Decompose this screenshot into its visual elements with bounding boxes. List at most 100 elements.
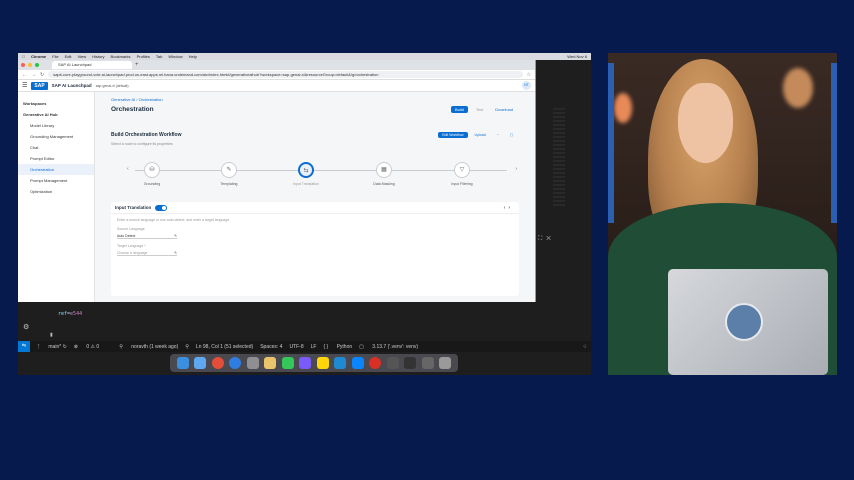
target-language-placeholder: Choose a language <box>117 250 148 255</box>
edit-workflow-button[interactable]: Edit Workflow <box>438 132 468 138</box>
forward-icon[interactable]: → <box>31 72 36 78</box>
scroll-right-icon[interactable]: › <box>515 166 517 172</box>
preview-icon[interactable] <box>386 357 399 369</box>
browser-tab[interactable]: SAP AI Launchpad <box>52 61 132 69</box>
menubar-clock: Wed Nov 6 <box>567 54 587 59</box>
sidebar-item-model-library[interactable]: Model Library <box>18 120 94 131</box>
sidebar: Workspaces Generative AI Hub Model Libra… <box>18 92 95 302</box>
reload-icon[interactable]: ↻ <box>40 72 44 78</box>
menubar-item[interactable]: Bookmarks <box>111 54 131 59</box>
workflow-actions: Edit Workflow Upload − ▢ <box>438 132 517 138</box>
test-button[interactable]: Test <box>472 106 487 113</box>
pencil-icon[interactable]: ✎ <box>174 234 177 238</box>
sidebar-item-optimization[interactable]: Optimization <box>18 186 94 197</box>
launchpad-icon[interactable] <box>194 357 207 369</box>
url-field[interactable]: sapit-core-playground-vole.ai-launchpad.… <box>48 71 523 78</box>
menubar-item[interactable]: Profiles <box>137 54 150 59</box>
enable-toggle[interactable] <box>155 204 168 211</box>
database-icon[interactable]: ⛁ <box>144 162 160 178</box>
node-label-data-masking: Data Masking <box>373 182 395 186</box>
settings-icon[interactable] <box>246 357 259 369</box>
pencil-icon[interactable]: ✎ <box>174 251 177 255</box>
chrome-canary-icon[interactable] <box>369 357 382 369</box>
zoom-window-icon[interactable] <box>35 63 39 67</box>
finder-icon[interactable] <box>176 357 189 369</box>
bell-icon[interactable]: ♢ <box>583 344 587 350</box>
downloads-icon[interactable] <box>421 357 434 369</box>
sidebar-item-label: Generative AI Hub <box>23 112 58 117</box>
terminal-icon[interactable] <box>404 357 417 369</box>
chrome-icon[interactable] <box>211 357 224 369</box>
apple-icon[interactable]:  <box>22 54 25 59</box>
scroll-left-icon[interactable]: ‹ <box>127 166 129 172</box>
tab-bar: SAP AI Launchpad + <box>18 60 535 70</box>
upload-button[interactable]: Upload <box>471 132 490 138</box>
menubar-item[interactable]: File <box>52 54 58 59</box>
filter-icon[interactable]: ▽ <box>454 162 470 178</box>
sidebar-item-grounding-management[interactable]: Grounding Management <box>18 131 94 142</box>
target-language-field[interactable]: Choose a language ✎ <box>117 250 177 256</box>
menu-icon[interactable]: ☰ <box>22 82 27 89</box>
breadcrumb[interactable]: Generative AI / Orchestration <box>111 97 163 102</box>
main-content: Generative AI / Orchestration Orchestrat… <box>95 92 535 302</box>
download-button[interactable]: Download <box>491 106 517 113</box>
encoding[interactable]: UTF-8 <box>289 344 303 350</box>
cursor-position[interactable]: Ln 98, Col 1 (51 selected) <box>196 344 253 350</box>
sidebar-item-prompt-management[interactable]: Prompt Management <box>18 175 94 186</box>
zoom-app-icon[interactable] <box>351 357 364 369</box>
user-avatar[interactable]: NT <box>522 81 531 90</box>
sidebar-item-generative-ai-hub[interactable]: Generative AI Hub <box>18 109 94 120</box>
language-mode[interactable]: { } Python <box>323 344 352 350</box>
menubar-item[interactable]: History <box>92 54 104 59</box>
minimize-window-icon[interactable] <box>28 63 32 67</box>
source-language-field[interactable]: Auto Detect ✎ <box>117 233 177 239</box>
sidebar-item-prompt-editor[interactable]: Prompt Editor <box>18 153 94 164</box>
back-icon[interactable]: ← <box>22 72 27 78</box>
target-language-label: Target Language * <box>117 244 146 248</box>
close-window-icon[interactable] <box>21 63 25 67</box>
panel-title: Input Translation <box>115 205 152 210</box>
mask-icon[interactable]: ▦ <box>376 162 392 178</box>
git-blame[interactable]: ⚲ noravth (1 week ago) <box>119 344 178 350</box>
menubar-item[interactable]: Tab <box>156 54 162 59</box>
menubar-app[interactable]: Chrome <box>31 54 46 59</box>
page-title: Orchestration <box>111 106 154 113</box>
sidebar-item-workspaces[interactable]: Workspaces <box>18 98 94 109</box>
line-ending[interactable]: LF <box>311 344 317 350</box>
build-button[interactable]: Build <box>450 106 468 113</box>
slack-icon[interactable] <box>264 357 277 369</box>
menubar-item[interactable]: Window <box>168 54 182 59</box>
zoom-out-icon[interactable]: − <box>493 132 503 138</box>
menubar-item[interactable]: Help <box>189 54 197 59</box>
close-panel-icon[interactable]: ✕ <box>546 236 555 242</box>
context-label[interactable]: sap-genai-xl (default) <box>96 84 129 88</box>
notes-icon[interactable] <box>316 357 329 369</box>
vscode-icon[interactable] <box>334 357 347 369</box>
sidebar-item-label: Grounding Management <box>30 134 74 139</box>
bookmark-star-icon[interactable]: ☆ <box>527 72 531 78</box>
python-interpreter[interactable]: ▢ 3.13.7 ('.venv': venv) <box>359 344 418 350</box>
sidebar-item-orchestration[interactable]: Orchestration <box>18 164 94 175</box>
maximize-panel-icon[interactable]: ⛶ <box>538 236 546 242</box>
zoom-icon[interactable]: ⚲ <box>185 344 189 350</box>
gear-icon[interactable]: ⚙ <box>23 323 29 331</box>
trash-icon[interactable] <box>439 357 452 369</box>
translate-icon[interactable]: ⇆ <box>298 162 314 178</box>
indentation[interactable]: Spaces: 4 <box>260 344 282 350</box>
edit-icon[interactable]: ✎ <box>221 162 237 178</box>
remote-icon[interactable]: ⇋ <box>18 341 30 352</box>
problems-count[interactable]: ⊗ 0 ⚠ 0 <box>74 344 99 350</box>
panel-nav-arrows[interactable]: ‹› <box>504 205 513 211</box>
teams-icon[interactable] <box>299 357 312 369</box>
editor-minimap[interactable] <box>553 108 565 208</box>
menubar-item[interactable]: View <box>77 54 86 59</box>
safari-icon[interactable] <box>229 357 242 369</box>
laptop-sticker-icon <box>725 303 763 341</box>
menubar-item[interactable]: Edit <box>65 54 72 59</box>
sidebar-item-chat[interactable]: Chat <box>18 142 94 153</box>
editor-panel-controls: ⛶✕ <box>538 236 555 243</box>
messages-icon[interactable] <box>281 357 294 369</box>
git-branch[interactable]: ᛏ main* ↻ <box>37 344 67 350</box>
fit-view-icon[interactable]: ▢ <box>506 132 517 138</box>
new-tab-icon[interactable]: + <box>135 62 139 68</box>
